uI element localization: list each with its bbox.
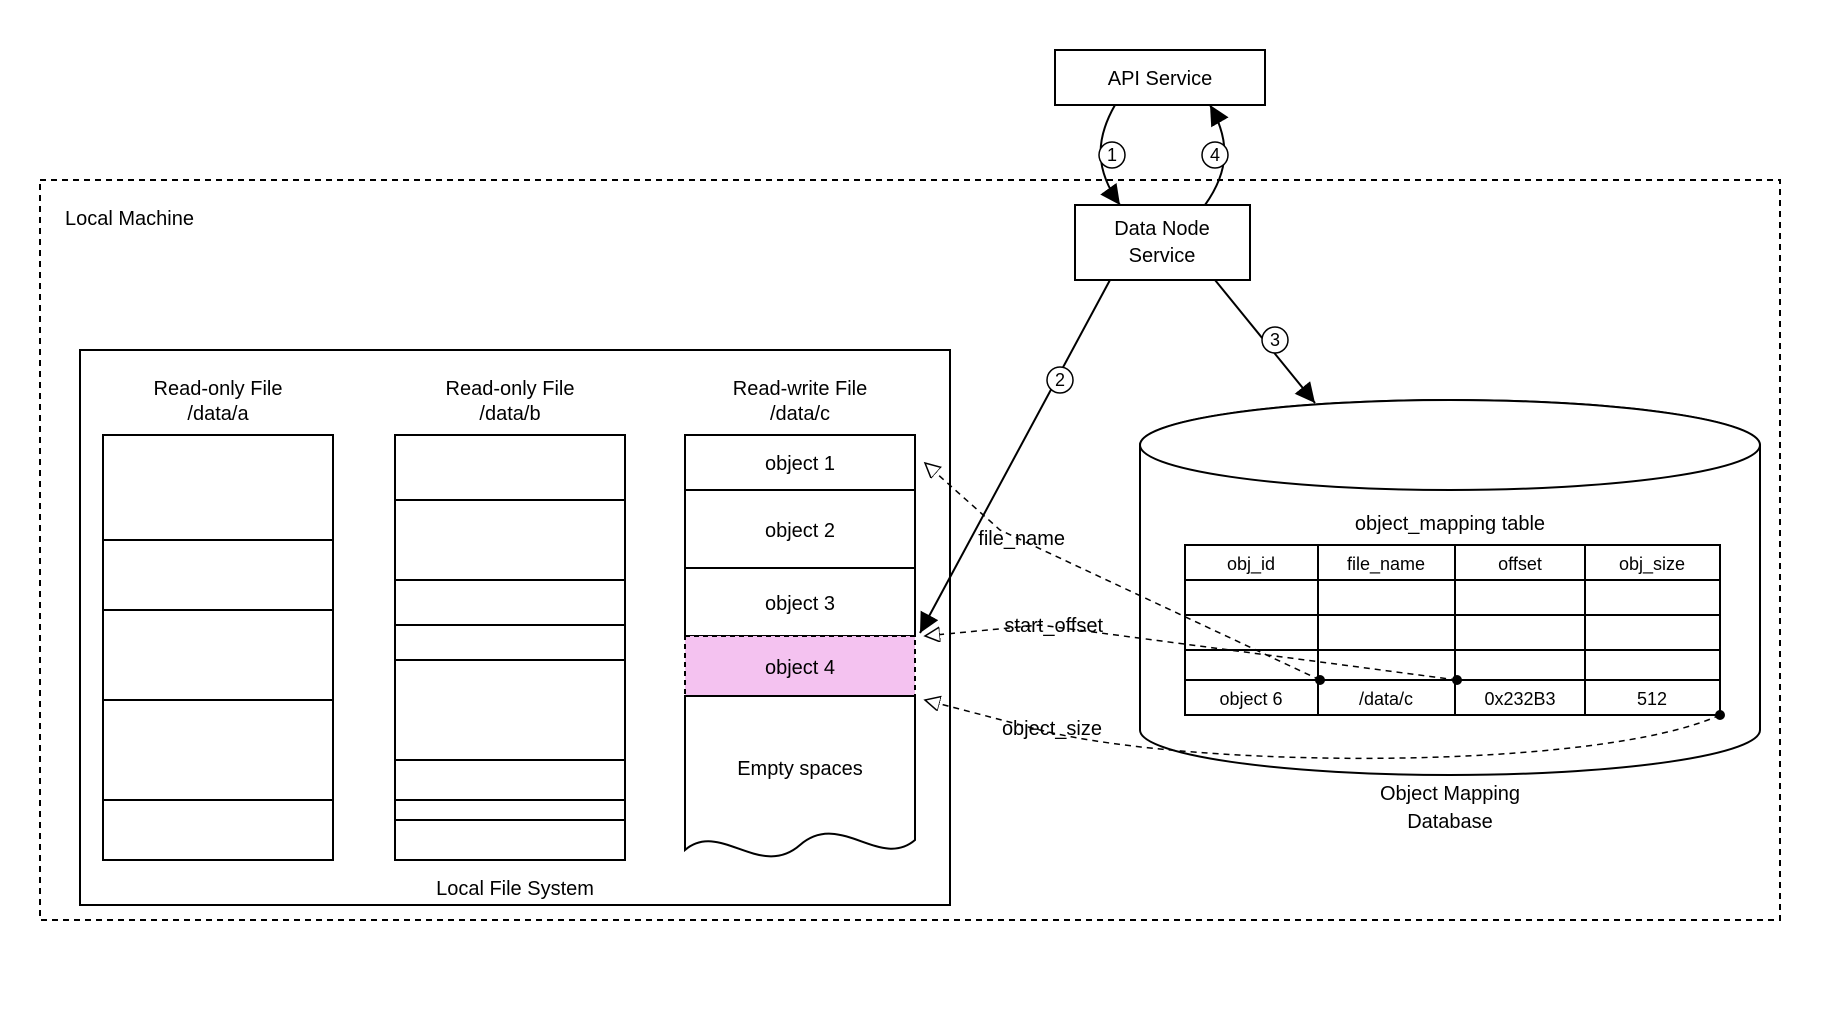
file-c-cell-3-label: object 4 (765, 657, 835, 679)
file-a-title1: Read-only File (154, 378, 283, 400)
th-2: offset (1498, 554, 1542, 574)
step4-num: 4 (1210, 145, 1220, 165)
db-caption2: Database (1407, 811, 1493, 833)
file-c-title1: Read-write File (733, 378, 867, 400)
file-b-title2: /data/b (479, 403, 540, 425)
file-c-title2: /data/c (770, 403, 830, 425)
label-object-size: object_size (1002, 718, 1102, 740)
td-2: 0x232B3 (1484, 689, 1555, 709)
file-c-cell-0-label: object 1 (765, 453, 835, 475)
file-b-rect (395, 435, 625, 860)
th-3: obj_size (1619, 554, 1685, 575)
data-node-service-box (1075, 205, 1250, 280)
step1-num: 1 (1107, 145, 1117, 165)
th-0: obj_id (1227, 554, 1275, 575)
file-a-rect (103, 435, 333, 860)
td-1: /data/c (1359, 689, 1413, 709)
file-a-title2: /data/a (187, 403, 249, 425)
mapping-table: obj_id file_name offset obj_size object … (1185, 545, 1720, 715)
db-caption1: Object Mapping (1380, 783, 1520, 805)
label-file-name: file_name (978, 528, 1065, 550)
api-service-label: API Service (1108, 68, 1212, 90)
local-fs-label: Local File System (436, 878, 594, 900)
file-b-title1: Read-only File (446, 378, 575, 400)
file-c-cell-4-label: Empty spaces (737, 758, 863, 780)
file-c-cell-2-label: object 3 (765, 593, 835, 615)
table-title: object_mapping table (1355, 513, 1545, 535)
data-node-service-label2: Service (1129, 245, 1196, 267)
file-c-cell-1-label: object 2 (765, 520, 835, 542)
architecture-diagram: Local Machine API Service Data Node Serv… (0, 0, 1824, 1032)
th-1: file_name (1347, 554, 1425, 575)
step2-num: 2 (1055, 370, 1065, 390)
local-machine-label: Local Machine (65, 208, 194, 230)
label-start-offset: start_offset (1004, 615, 1103, 637)
td-3: 512 (1637, 689, 1667, 709)
data-node-service-label1: Data Node (1114, 218, 1210, 240)
step3-num: 3 (1270, 330, 1280, 350)
td-0: object 6 (1219, 689, 1282, 709)
